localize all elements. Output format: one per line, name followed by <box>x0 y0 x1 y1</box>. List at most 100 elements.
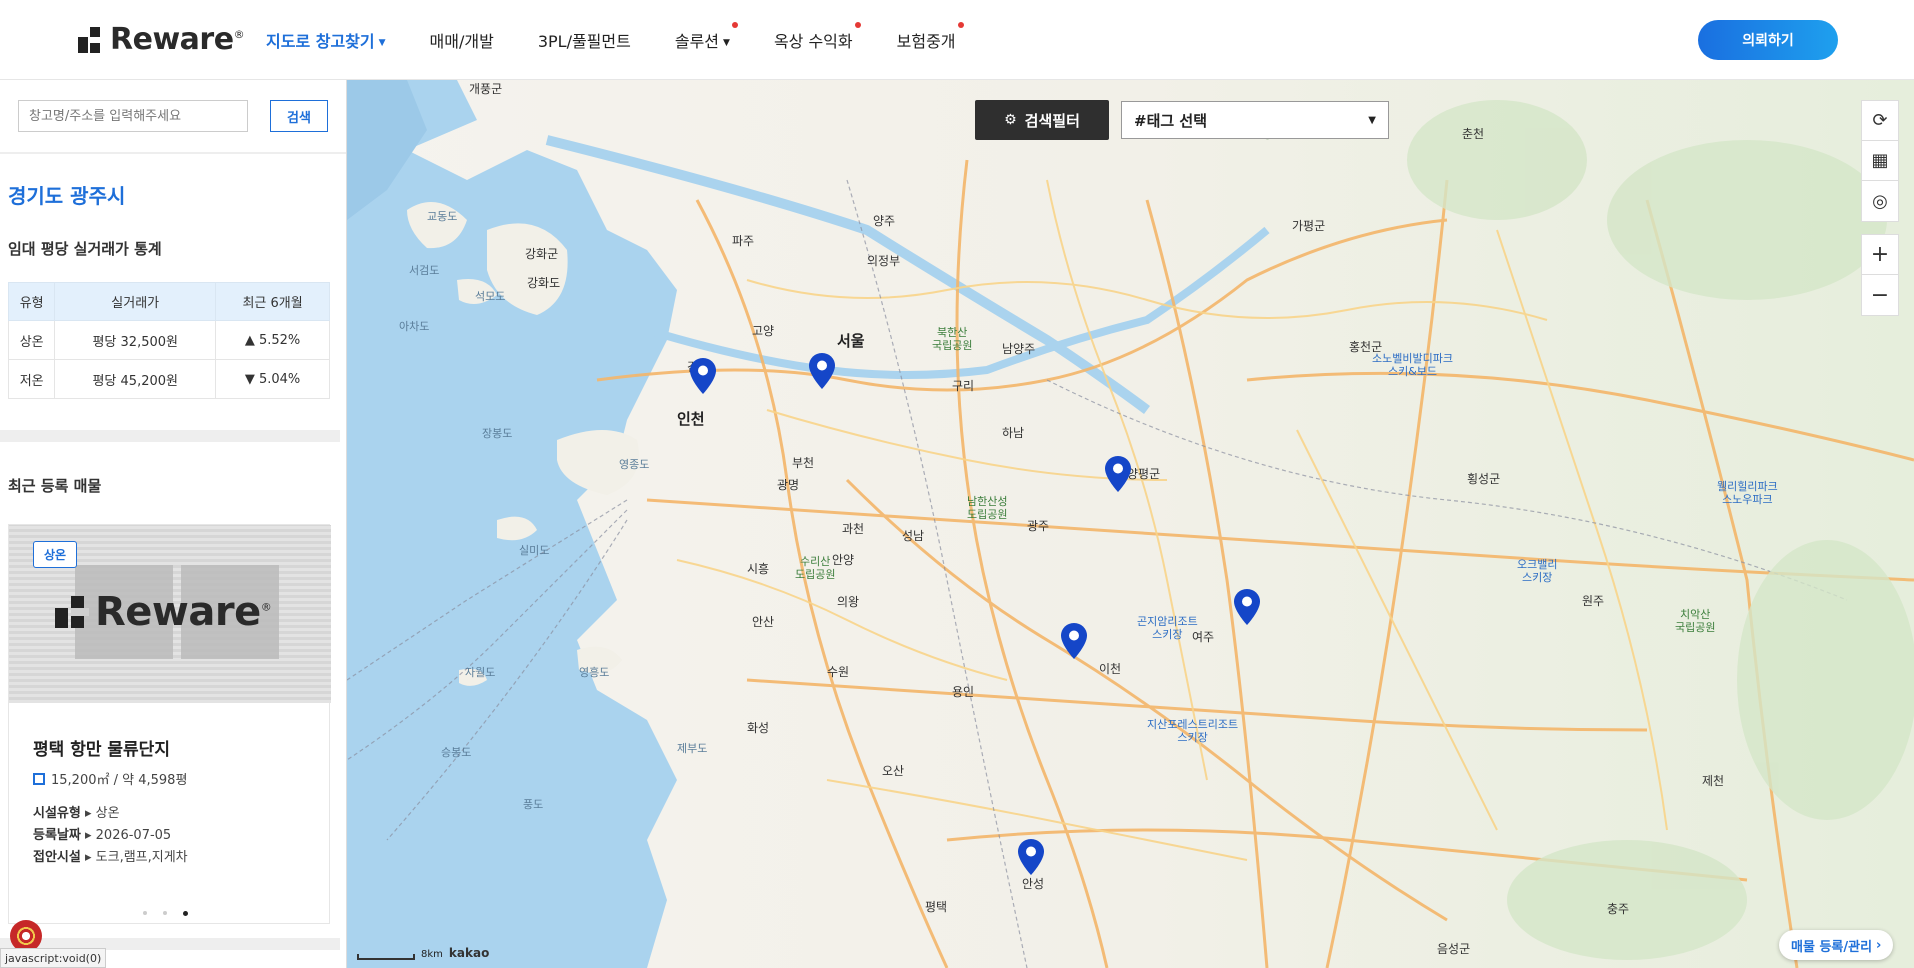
map-place-label: 오산 <box>882 764 905 778</box>
nav-item-4[interactable]: 옥상 수익화 <box>773 22 861 52</box>
stats-table: 유형 실거래가 최근 6개월 상온 평당 32,500원 ▲ 5.52% 저온 평당 4… <box>7 282 330 399</box>
nav-item-label: 지도로 창고찾기 <box>266 32 375 51</box>
listing-card[interactable]: Reware® 상온 평택 항만 물류단지 15,200㎡ / 약 4,598평… <box>8 524 331 924</box>
header-type: 유형 <box>7 282 56 321</box>
map-place-label: 교동도 <box>427 210 458 223</box>
carousel-dot[interactable] <box>163 911 167 915</box>
map-place-label: 횡성군 <box>1467 472 1501 486</box>
map-place-label: 제부도 <box>677 742 708 755</box>
map-place-label: 장봉도 <box>482 427 513 440</box>
map-canvas[interactable] <box>347 80 1914 968</box>
map-place-label: 치악산 국립공원 <box>1675 608 1716 634</box>
map-place-label: 소노벨비발디파크 스키&보드 <box>1372 352 1453 378</box>
map-view[interactable]: 서울인천개풍군교동도강화군강화도서검도석모도아차도파주양주의정부고양김포구리남양… <box>347 80 1914 968</box>
listing-image-brand: Reware® <box>95 589 272 635</box>
location-icon[interactable]: ◎ <box>1862 181 1898 221</box>
map-place-label: 서울 <box>837 332 865 350</box>
map-place-label: 영종도 <box>619 458 650 471</box>
map-place-label: 구리 <box>952 379 975 393</box>
carousel-dot[interactable] <box>143 911 147 915</box>
map-place-label: 원주 <box>1582 594 1605 608</box>
notification-dot <box>957 22 964 28</box>
chevron-right-icon: › <box>1876 937 1882 953</box>
register-listing-button[interactable]: 매물 등록/관리 › <box>1779 930 1894 960</box>
map-place-label: 양평군 <box>1127 467 1161 481</box>
zoom-out-button[interactable]: − <box>1862 275 1898 315</box>
filter-sliders-icon: ⚙ <box>1004 112 1017 128</box>
map-pin-icon[interactable] <box>1105 456 1131 492</box>
map-place-label: 하남 <box>1002 426 1025 440</box>
nav-item-2[interactable]: 3PL/풀필먼트 <box>538 28 631 52</box>
search-filter-button[interactable]: ⚙ 검색필터 <box>975 100 1109 140</box>
region-title: 경기도 광주시 <box>8 184 126 208</box>
sidebar: 검색 경기도 광주시 임대 평당 실거래가 통계 유형 실거래가 최근 6개월 … <box>0 80 347 968</box>
nav-item-label: 솔루션 <box>674 32 720 51</box>
map-tool-controls: ⟳ ▦ ◎ <box>1861 100 1899 222</box>
stats-title: 임대 평당 실거래가 통계 <box>8 240 162 258</box>
map-place-label: 가평군 <box>1292 219 1326 233</box>
carousel-dot[interactable] <box>183 911 188 916</box>
header-price: 실거래가 <box>54 282 217 321</box>
map-pin-icon[interactable] <box>809 353 835 389</box>
section-separator <box>0 430 340 442</box>
nav-item-1[interactable]: 매매/개발 <box>430 28 494 52</box>
tag-select[interactable]: #태그 선택 ▼ <box>1121 101 1389 139</box>
map-place-label: 안성 <box>1022 877 1045 891</box>
map-place-label: 실미도 <box>519 544 550 557</box>
nav-item-label: 매매/개발 <box>429 32 494 51</box>
scale-label: 8km <box>421 949 443 960</box>
nav-item-0[interactable]: 지도로 창고찾기 ▼ <box>266 28 386 52</box>
map-pin-icon[interactable] <box>1018 839 1044 875</box>
nav-item-label: 옥상 수익화 <box>773 32 853 51</box>
nav-item-label: 보험중개 <box>896 32 956 51</box>
map-place-label: 인천 <box>677 410 705 428</box>
map-place-label: 의정부 <box>867 254 901 268</box>
map-type-icon[interactable]: ▦ <box>1862 141 1898 181</box>
map-place-label: 개풍군 <box>469 82 503 96</box>
chevron-right-icon: ▸ <box>84 806 92 821</box>
reware-logo[interactable]: Reware® <box>78 22 245 57</box>
divider <box>0 152 346 154</box>
map-pin-icon[interactable] <box>690 358 716 394</box>
map-place-label: 제천 <box>1702 774 1725 788</box>
map-place-label: 서검도 <box>409 264 440 277</box>
search-filter-label: 검색필터 <box>1024 111 1080 130</box>
map-place-label: 강화군 <box>525 247 559 261</box>
recent-title: 최근 등록 매물 <box>8 477 102 495</box>
map-place-label: 성남 <box>902 529 925 543</box>
chevron-down-icon: ▼ <box>1368 114 1376 126</box>
nav-item-3[interactable]: 솔루션 ▼ <box>674 22 738 52</box>
map-pin-icon[interactable] <box>1234 589 1260 625</box>
zoom-in-button[interactable]: + <box>1862 235 1898 275</box>
map-place-label: 웰리힐리파크 스노우파크 <box>1717 480 1778 506</box>
map-place-label: 자월도 <box>465 666 496 679</box>
table-row: 저온 평당 45,200원 ▼ 5.04% <box>7 359 330 399</box>
brand-name: Reware® <box>110 22 245 57</box>
browser-status-bar: javascript:void(0) <box>0 948 107 968</box>
map-place-label: 광주 <box>1027 519 1050 533</box>
rotate-icon[interactable]: ⟳ <box>1862 101 1898 141</box>
listing-type-badge: 상온 <box>33 541 78 568</box>
map-place-label: 부천 <box>792 456 815 470</box>
search-button[interactable]: 검색 <box>270 100 328 132</box>
stats-cell-type: 상온 <box>7 320 56 360</box>
listing-name[interactable]: 평택 항만 물류단지 <box>33 735 170 760</box>
chevron-right-icon: ▸ <box>84 850 92 865</box>
map-place-label: 남한산성 도립공원 <box>967 495 1008 521</box>
nav-item-5[interactable]: 보험중개 <box>896 22 964 52</box>
map-pin-icon[interactable] <box>1061 623 1087 659</box>
listing-amenity: 접안시설 ▸ 도크,램프,지게차 <box>33 850 188 865</box>
request-button[interactable]: 의뢰하기 <box>1698 20 1838 60</box>
map-place-label: 풍도 <box>523 798 544 811</box>
chevron-right-icon: ▸ <box>84 828 92 843</box>
tag-select-value: #태그 선택 <box>1134 111 1207 130</box>
map-place-label: 의왕 <box>837 595 860 609</box>
map-place-label: 영흥도 <box>579 666 610 679</box>
map-place-label: 곤지암리조트 스키장 <box>1137 615 1198 641</box>
map-place-label: 충주 <box>1607 902 1630 916</box>
map-place-label: 춘천 <box>1462 127 1485 141</box>
stats-cell-change: ▼ 5.04% <box>215 359 330 399</box>
search-row: 검색 <box>18 100 328 132</box>
search-input[interactable] <box>18 100 248 132</box>
reware-logo-mark-icon <box>78 26 104 53</box>
